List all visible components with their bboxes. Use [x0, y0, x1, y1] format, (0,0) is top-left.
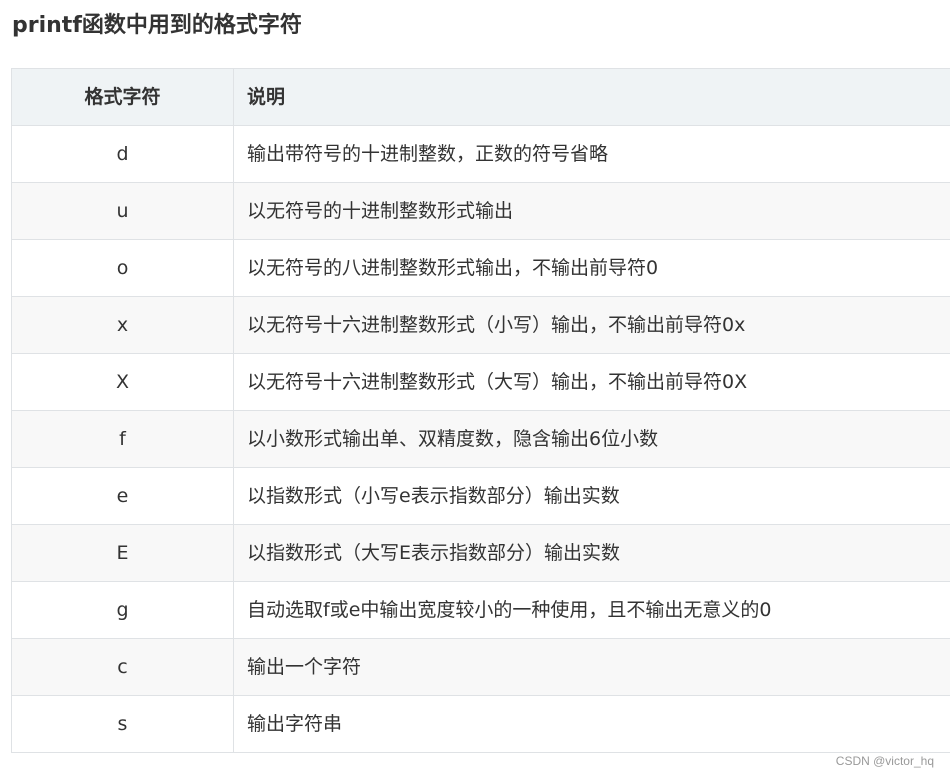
description-cell: 输出字符串: [233, 695, 950, 753]
description-cell: 自动选取f或e中输出宽度较小的一种使用，且不输出无意义的0: [233, 581, 950, 639]
table-row: E 以指数形式（大写E表示指数部分）输出实数: [11, 524, 950, 582]
header-format-char: 格式字符: [11, 68, 234, 126]
description-cell: 以指数形式（小写e表示指数部分）输出实数: [233, 467, 950, 525]
table-body: d 输出带符号的十进制整数，正数的符号省略 u 以无符号的十进制整数形式输出 o…: [11, 125, 950, 753]
table-row: f 以小数形式输出单、双精度数，隐含输出6位小数: [11, 410, 950, 468]
format-char-cell: e: [11, 467, 234, 525]
format-char-cell: u: [11, 182, 234, 240]
table-row: u 以无符号的十进制整数形式输出: [11, 182, 950, 240]
table-row: X 以无符号十六进制整数形式（大写）输出，不输出前导符0X: [11, 353, 950, 411]
description-cell: 以指数形式（大写E表示指数部分）输出实数: [233, 524, 950, 582]
format-char-cell: c: [11, 638, 234, 696]
format-char-cell: X: [11, 353, 234, 411]
description-cell: 以无符号十六进制整数形式（大写）输出，不输出前导符0X: [233, 353, 950, 411]
table-header: 格式字符 说明: [11, 68, 950, 126]
table-row: d 输出带符号的十进制整数，正数的符号省略: [11, 125, 950, 183]
description-cell: 输出一个字符: [233, 638, 950, 696]
description-cell: 以无符号的八进制整数形式输出，不输出前导符0: [233, 239, 950, 297]
format-char-cell: s: [11, 695, 234, 753]
description-cell: 以小数形式输出单、双精度数，隐含输出6位小数: [233, 410, 950, 468]
table-row: e 以指数形式（小写e表示指数部分）输出实数: [11, 467, 950, 525]
table-row: s 输出字符串: [11, 695, 950, 753]
page: printf函数中用到的格式字符 格式字符 说明 d 输出带符号的十进制整数，正…: [0, 0, 950, 778]
format-table-container: 格式字符 说明 d 输出带符号的十进制整数，正数的符号省略 u 以无符号的十进制…: [11, 68, 950, 753]
format-char-cell: g: [11, 581, 234, 639]
csdn-watermark: CSDN @victor_hq: [835, 754, 934, 768]
page-title: printf函数中用到的格式字符: [12, 13, 302, 38]
table-row: c 输出一个字符: [11, 638, 950, 696]
table-row: x 以无符号十六进制整数形式（小写）输出，不输出前导符0x: [11, 296, 950, 354]
format-char-cell: d: [11, 125, 234, 183]
format-char-cell: E: [11, 524, 234, 582]
description-cell: 输出带符号的十进制整数，正数的符号省略: [233, 125, 950, 183]
description-cell: 以无符号的十进制整数形式输出: [233, 182, 950, 240]
table-header-row: 格式字符 说明: [11, 68, 950, 126]
format-char-cell: x: [11, 296, 234, 354]
table-row: o 以无符号的八进制整数形式输出，不输出前导符0: [11, 239, 950, 297]
description-cell: 以无符号十六进制整数形式（小写）输出，不输出前导符0x: [233, 296, 950, 354]
table-row: g 自动选取f或e中输出宽度较小的一种使用，且不输出无意义的0: [11, 581, 950, 639]
header-description: 说明: [233, 68, 950, 126]
format-char-cell: f: [11, 410, 234, 468]
format-char-cell: o: [11, 239, 234, 297]
format-specifier-table: 格式字符 说明 d 输出带符号的十进制整数，正数的符号省略 u 以无符号的十进制…: [11, 68, 950, 753]
